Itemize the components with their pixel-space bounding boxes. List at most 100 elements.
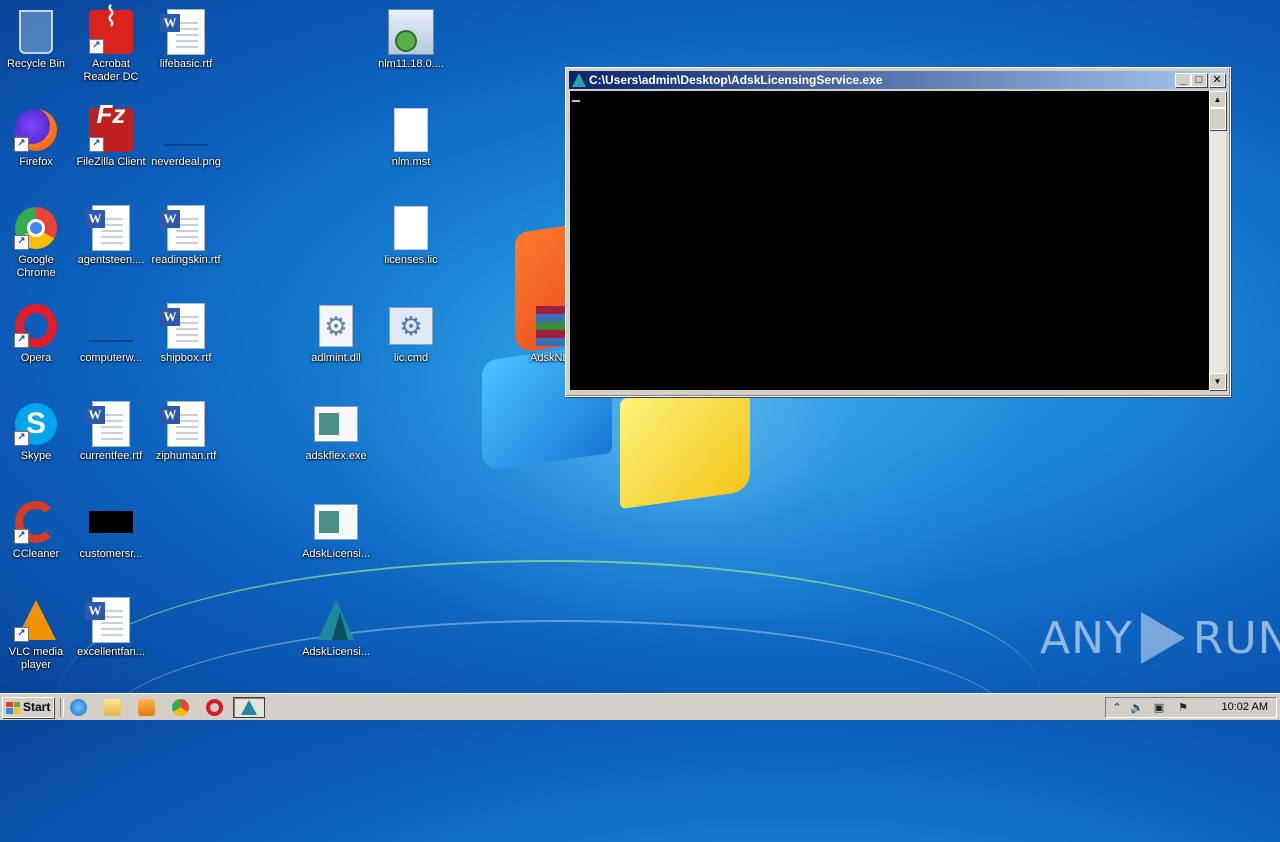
file-explorer-icon[interactable] xyxy=(104,699,121,716)
desktop-icon-adlmint[interactable]: ⚙ adlmint.dll xyxy=(298,302,374,365)
icon-label: CCleaner xyxy=(12,548,60,560)
internet-explorer-icon[interactable] xyxy=(70,699,87,716)
desktop-icon-chrome[interactable]: ↗ Google Chrome xyxy=(0,204,74,280)
window-title: C:\Users\admin\Desktop\AdskLicensingServ… xyxy=(589,73,883,87)
desktop-icon-filezilla[interactable]: Fz ↗ FileZilla Client xyxy=(73,101,149,169)
anyrun-watermark: ANY RUN xyxy=(1040,612,1280,664)
icon-label: currentfee.rtf xyxy=(79,450,143,462)
vertical-scrollbar[interactable]: ▲ ▼ xyxy=(1209,91,1226,390)
cmd-file-icon: ⚙ xyxy=(389,307,433,345)
shortcut-arrow-icon: ↗ xyxy=(89,137,104,152)
icon-label: neverdeal.png xyxy=(151,156,221,168)
icon-label: AdskLicensi... xyxy=(302,646,370,658)
desktop-icon-adsklicensing-exe[interactable]: AdskLicensi... xyxy=(298,498,374,561)
taskbar-button-adsklicensing[interactable] xyxy=(233,697,265,718)
word-document-icon: W xyxy=(85,401,130,447)
icon-label: agentsteen.... xyxy=(77,254,145,266)
icon-label: ziphuman.rtf xyxy=(155,450,217,462)
dll-file-icon: ⚙ xyxy=(319,305,353,347)
show-hidden-icons-icon[interactable]: ⌃ xyxy=(1110,701,1124,715)
icon-label: licenses.lic xyxy=(384,254,438,266)
icon-label: Opera xyxy=(20,352,52,364)
icon-label: adskflex.exe xyxy=(305,450,367,462)
close-button[interactable]: ✕ xyxy=(1209,73,1225,87)
desktop-icon-customersr[interactable]: customersr... xyxy=(73,498,149,561)
desktop-icon-nlm-installer[interactable]: nlm11.18.0.... xyxy=(373,8,449,71)
desktop-icon-acrobat[interactable]: ⌇ ↗ Acrobat Reader DC xyxy=(73,3,149,84)
exe-file-icon xyxy=(314,504,358,540)
blank-file-icon xyxy=(394,206,428,250)
minimize-button[interactable]: _ xyxy=(1175,73,1191,87)
desktop-icon-readingskin[interactable]: W readingskin.rtf xyxy=(148,204,224,267)
media-player-icon[interactable] xyxy=(138,699,155,716)
desktop-icon-lic-cmd[interactable]: ⚙ lic.cmd xyxy=(373,302,449,365)
image-file-icon xyxy=(89,340,133,342)
shortcut-arrow-icon: ↗ xyxy=(14,235,29,250)
desktop-icon-shipbox[interactable]: W shipbox.rtf xyxy=(148,302,224,365)
autodesk-icon xyxy=(314,598,358,642)
watermark-right-text: RUN xyxy=(1192,612,1280,664)
scroll-up-button[interactable]: ▲ xyxy=(1209,91,1226,108)
desktop-icon-firefox[interactable]: ↗ Firefox xyxy=(0,106,74,169)
icon-label: lifebasic.rtf xyxy=(159,58,213,70)
desktop-icon-ccleaner[interactable]: ↗ CCleaner xyxy=(0,498,74,561)
exe-file-icon xyxy=(314,406,358,442)
icon-label: nlm11.18.0.... xyxy=(378,58,444,70)
opera-icon[interactable] xyxy=(206,699,223,716)
installer-icon xyxy=(388,9,434,55)
icon-label: nlm.mst xyxy=(391,156,431,168)
desktop-icon-vlc[interactable]: ↗ VLC media player xyxy=(0,596,74,672)
desktop-icon-currentfee[interactable]: W currentfee.rtf xyxy=(73,400,149,463)
desktop-icon-adsklicensing-autodesk[interactable]: AdskLicensi... xyxy=(298,596,374,659)
system-tray: ⌃ 🔈 ▣ ⚑ 10:02 AM xyxy=(1105,697,1277,718)
console-output[interactable] xyxy=(570,91,1210,390)
scroll-down-button[interactable]: ▼ xyxy=(1209,373,1226,390)
clock[interactable]: 10:02 AM xyxy=(1222,698,1268,717)
taskbar-separator xyxy=(60,698,64,717)
desktop-icon-opera[interactable]: ↗ Opera xyxy=(0,302,74,365)
desktop-icon-ziphuman[interactable]: W ziphuman.rtf xyxy=(148,400,224,463)
icon-label: adlmint.dll xyxy=(311,352,361,364)
taskbar: Start ⌃ 🔈 ▣ ⚑ 10:02 AM xyxy=(0,693,1280,720)
desktop-icon-neverdeal[interactable]: neverdeal.png xyxy=(148,106,224,169)
desktop-icon-adskflex[interactable]: adskflex.exe xyxy=(298,400,374,463)
desktop-icon-lifebasic[interactable]: W lifebasic.rtf xyxy=(148,8,224,71)
icon-label: customersr... xyxy=(79,548,143,560)
desktop-icon-excellentfan[interactable]: W excellentfan... xyxy=(73,596,149,659)
shortcut-arrow-icon: ↗ xyxy=(14,333,29,348)
icon-label: Acrobat Reader DC xyxy=(83,58,139,83)
console-window[interactable]: C:\Users\admin\Desktop\AdskLicensingServ… xyxy=(565,67,1231,397)
shortcut-arrow-icon: ↗ xyxy=(14,627,29,642)
watermark-left-text: ANY xyxy=(1040,612,1133,664)
word-document-icon: W xyxy=(160,9,205,55)
shortcut-arrow-icon: ↗ xyxy=(14,529,29,544)
image-file-icon xyxy=(164,144,208,146)
start-label: Start xyxy=(23,700,51,714)
blank-file-icon xyxy=(394,108,428,152)
desktop-icon-recycle-bin[interactable]: Recycle Bin xyxy=(0,8,74,71)
chrome-icon[interactable] xyxy=(172,699,189,716)
icon-label: Skype xyxy=(20,450,52,462)
icon-label: Recycle Bin xyxy=(6,58,66,70)
maximize-button[interactable]: □ xyxy=(1191,73,1207,87)
icon-label: FileZilla Client xyxy=(76,156,146,168)
window-titlebar[interactable]: C:\Users\admin\Desktop\AdskLicensingServ… xyxy=(569,71,1227,89)
desktop-icon-nlm-mst[interactable]: nlm.mst xyxy=(373,106,449,169)
scroll-thumb[interactable] xyxy=(1209,108,1226,130)
volume-icon[interactable]: 🔈 xyxy=(1130,701,1144,715)
start-button[interactable]: Start xyxy=(2,697,54,718)
windows-logo-icon xyxy=(6,701,20,714)
network-icon[interactable]: ▣ xyxy=(1152,701,1166,715)
desktop-icon-skype[interactable]: S ↗ Skype xyxy=(0,400,74,463)
play-icon xyxy=(1140,612,1185,664)
desktop-icon-agentsteen[interactable]: W agentsteen.... xyxy=(73,204,149,267)
desktop-icon-computerw[interactable]: computerw... xyxy=(73,302,149,365)
wallpaper-arc xyxy=(100,620,1020,842)
icon-label: Google Chrome xyxy=(16,254,56,279)
word-document-icon: W xyxy=(160,303,205,349)
action-center-flag-icon[interactable]: ⚑ xyxy=(1176,701,1190,715)
word-document-icon: W xyxy=(160,205,205,251)
autodesk-icon xyxy=(571,72,587,88)
desktop-icon-licenses[interactable]: licenses.lic xyxy=(373,204,449,267)
shortcut-arrow-icon: ↗ xyxy=(14,431,29,446)
